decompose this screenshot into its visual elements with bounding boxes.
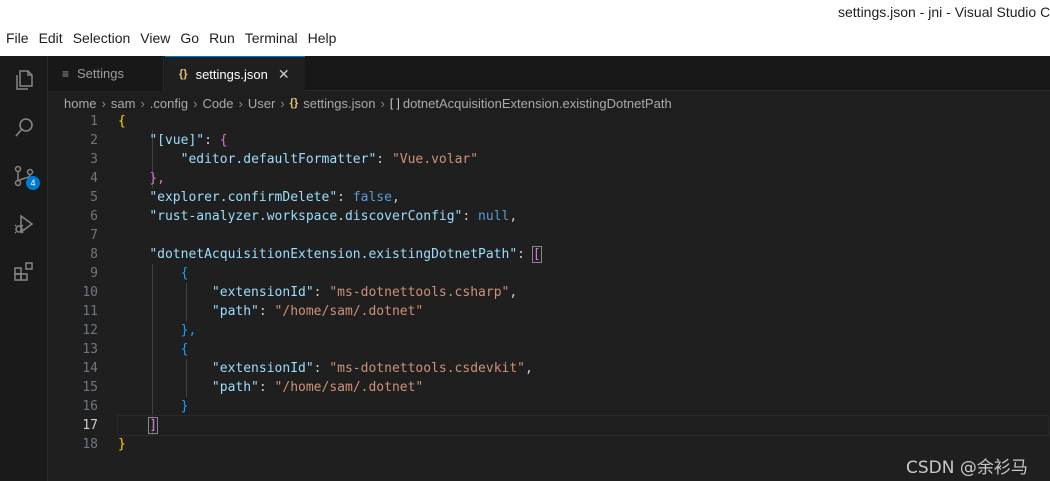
tab-settings[interactable]: ≡ Settings bbox=[48, 56, 164, 91]
menu-file[interactable]: File bbox=[6, 30, 35, 46]
chevron-right-icon: › bbox=[380, 95, 385, 111]
breadcrumb-home[interactable]: home bbox=[64, 96, 97, 111]
code-line: "rust-analyzer.workspace.discoverConfig"… bbox=[149, 209, 518, 224]
line-number: 5 bbox=[90, 190, 98, 205]
breadcrumb: home › sam › .config › Code › User › {} … bbox=[64, 94, 672, 112]
explorer-button[interactable] bbox=[0, 56, 48, 104]
tab-settings-json-label: settings.json bbox=[195, 66, 268, 82]
breadcrumb-symbol[interactable]: dotnetAcquisitionExtension.existingDotne… bbox=[403, 96, 672, 111]
menu-bar: File Edit Selection View Go Run Terminal… bbox=[6, 30, 346, 46]
line-number-gutter: 1 2 3 4 5 6 7 8 9 10 11 12 13 14 15 16 1… bbox=[48, 112, 98, 454]
tab-settings-json[interactable]: {} settings.json ✕ bbox=[165, 56, 305, 91]
line-number: 13 bbox=[82, 342, 98, 357]
menu-go[interactable]: Go bbox=[180, 30, 205, 46]
run-debug-button[interactable] bbox=[0, 200, 48, 248]
chevron-right-icon: › bbox=[280, 95, 285, 111]
chevron-right-icon: › bbox=[238, 95, 243, 111]
line-number: 1 bbox=[90, 114, 98, 129]
line-number: 16 bbox=[82, 399, 98, 414]
line-number: 10 bbox=[82, 285, 98, 300]
line-number: 18 bbox=[82, 437, 98, 452]
code-line: } bbox=[118, 437, 126, 452]
menu-edit[interactable]: Edit bbox=[39, 30, 69, 46]
code-editor[interactable]: 1 2 3 4 5 6 7 8 9 10 11 12 13 14 15 16 1… bbox=[48, 112, 1050, 481]
code-line: "dotnetAcquisitionExtension.existingDotn… bbox=[149, 246, 542, 263]
line-number: 8 bbox=[90, 247, 98, 262]
search-icon bbox=[15, 118, 33, 137]
code-line: "editor.defaultFormatter": "Vue.volar" bbox=[180, 152, 479, 167]
chevron-right-icon: › bbox=[140, 95, 145, 111]
run-debug-icon bbox=[14, 214, 34, 234]
title-bar: settings.json - jni - Visual Studio C Fi… bbox=[0, 0, 1050, 56]
breadcrumb-settings-json[interactable]: settings.json bbox=[303, 96, 375, 111]
code-line: "path": "/home/sam/.dotnet" bbox=[211, 380, 424, 395]
code-line: }, bbox=[149, 171, 165, 186]
code-line: } bbox=[180, 399, 189, 414]
search-button[interactable] bbox=[0, 104, 48, 152]
tab-settings-label: Settings bbox=[77, 66, 124, 81]
line-number: 11 bbox=[82, 304, 98, 319]
array-symbol-icon: [ ] bbox=[389, 96, 400, 110]
code-line: { bbox=[180, 266, 189, 281]
chevron-right-icon: › bbox=[101, 95, 106, 111]
breadcrumb-code[interactable]: Code bbox=[202, 96, 233, 111]
code-line: { bbox=[180, 342, 189, 357]
code-line: { bbox=[118, 114, 126, 129]
line-number: 3 bbox=[90, 152, 98, 167]
menu-selection[interactable]: Selection bbox=[73, 30, 137, 46]
files-icon bbox=[16, 70, 33, 90]
code-line: "[vue]": { bbox=[149, 133, 228, 148]
json-file-icon: {} bbox=[289, 97, 299, 109]
code-line-current: ] bbox=[117, 415, 1049, 436]
code-line: "explorer.confirmDelete": false, bbox=[149, 190, 400, 205]
json-file-icon: {} bbox=[179, 68, 188, 80]
close-icon[interactable]: ✕ bbox=[278, 66, 290, 83]
menu-view[interactable]: View bbox=[140, 30, 176, 46]
code-line: "extensionId": "ms-dotnettools.csharp", bbox=[211, 285, 518, 300]
breadcrumb-config[interactable]: .config bbox=[150, 96, 188, 111]
code-line: "path": "/home/sam/.dotnet" bbox=[211, 304, 424, 319]
menu-help[interactable]: Help bbox=[308, 30, 343, 46]
menu-terminal[interactable]: Terminal bbox=[245, 30, 304, 46]
watermark: CSDN @余衫马 bbox=[906, 458, 1028, 478]
breadcrumb-sam[interactable]: sam bbox=[111, 96, 136, 111]
line-number-active: 17 bbox=[82, 418, 98, 433]
line-number: 2 bbox=[90, 133, 98, 148]
code-line: }, bbox=[180, 323, 197, 338]
scm-badge: 4 bbox=[26, 176, 40, 190]
line-number: 12 bbox=[82, 323, 98, 338]
line-number: 15 bbox=[82, 380, 98, 395]
settings-sliders-icon: ≡ bbox=[62, 66, 70, 81]
source-control-button[interactable]: 4 bbox=[0, 152, 48, 200]
extensions-icon bbox=[14, 262, 33, 281]
line-number: 14 bbox=[82, 361, 98, 376]
menu-run[interactable]: Run bbox=[209, 30, 241, 46]
extensions-button[interactable] bbox=[0, 248, 48, 296]
activity-bar: 4 bbox=[0, 56, 48, 481]
breadcrumb-user[interactable]: User bbox=[248, 96, 275, 111]
tab-bar: ≡ Settings {} settings.json ✕ bbox=[48, 56, 1050, 91]
window-title: settings.json - jni - Visual Studio C bbox=[838, 4, 1050, 20]
line-number: 7 bbox=[90, 228, 98, 243]
code-line: "extensionId": "ms-dotnettools.csdevkit"… bbox=[211, 361, 533, 376]
line-number: 6 bbox=[90, 209, 98, 224]
line-number: 4 bbox=[90, 171, 98, 186]
code-content[interactable]: { "[vue]": { "editor.defaultFormatter": … bbox=[117, 112, 1049, 454]
line-number: 9 bbox=[90, 266, 98, 281]
chevron-right-icon: › bbox=[193, 95, 198, 111]
